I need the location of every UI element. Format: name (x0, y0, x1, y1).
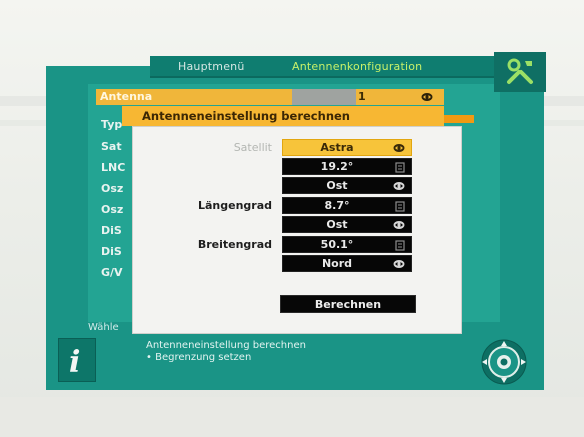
select-arrows-icon (393, 221, 405, 229)
longitude-direction-select[interactable]: Ost (282, 216, 412, 233)
hint-prefix: Wähle (88, 322, 119, 333)
satellite-direction-value: Ost (326, 179, 348, 192)
breadcrumb: Hauptmenü (178, 60, 245, 73)
edit-icon (395, 162, 405, 173)
longitude-value: 8.7° (324, 199, 350, 212)
menu-item-antenna[interactable]: Antenna 1 (96, 89, 444, 105)
latitude-label: Breitengrad (197, 238, 272, 251)
satellite-select[interactable]: Astra (282, 139, 412, 156)
latitude-direction-select[interactable]: Nord (282, 255, 412, 272)
satellite-position-field[interactable]: 19.2° (282, 158, 412, 175)
calculate-button[interactable]: Berechnen (280, 295, 416, 313)
satellite-position-value: 19.2° (320, 160, 354, 173)
menu-item-lnc[interactable]: LNC (101, 161, 131, 174)
latitude-direction-value: Nord (321, 257, 353, 270)
longitude-field[interactable]: 8.7° (282, 197, 412, 214)
header-bar: Hauptmenü Antennenkonfiguration (150, 56, 498, 78)
menu-item-value: 1 (358, 90, 366, 103)
longitude-label: Längengrad (197, 199, 272, 212)
latitude-value: 50.1° (320, 238, 354, 251)
edit-icon (395, 201, 405, 212)
dialog-title: Antenneneinstellung berechnen (142, 109, 350, 123)
help-line-2: • Begrenzung setzen (146, 352, 252, 363)
select-arrows-icon (393, 260, 405, 268)
latitude-field[interactable]: 50.1° (282, 236, 412, 253)
menu-item-label: Antenna (100, 90, 153, 103)
menu-item-gv[interactable]: G/V (101, 266, 131, 279)
calculate-button-label: Berechnen (314, 298, 382, 311)
info-glyph: i (69, 345, 81, 380)
info-icon: i (58, 338, 96, 382)
longitude-direction-value: Ost (326, 218, 348, 231)
select-arrows-icon (393, 182, 405, 190)
menu-item-dis-1[interactable]: DiS (101, 224, 131, 237)
select-arrows-icon (421, 93, 433, 101)
dialog-title-bar: Antenneneinstellung berechnen (122, 106, 444, 126)
satellite-direction-select[interactable]: Ost (282, 177, 412, 194)
satellite-value: Astra (320, 141, 354, 154)
select-arrows-icon (393, 144, 405, 152)
satellite-label: Satellit (233, 141, 272, 154)
menu-item-osz-1[interactable]: Osz (101, 182, 131, 195)
page-title: Antennenkonfiguration (292, 60, 423, 73)
background-band (0, 397, 584, 437)
edit-icon (395, 240, 405, 251)
tools-icon (494, 52, 546, 92)
navigation-pad-icon (481, 339, 527, 385)
value-bar (292, 89, 356, 105)
help-line-1: Antenneneinstellung berechnen (146, 340, 306, 351)
hint-strip: Wähle (58, 322, 498, 336)
